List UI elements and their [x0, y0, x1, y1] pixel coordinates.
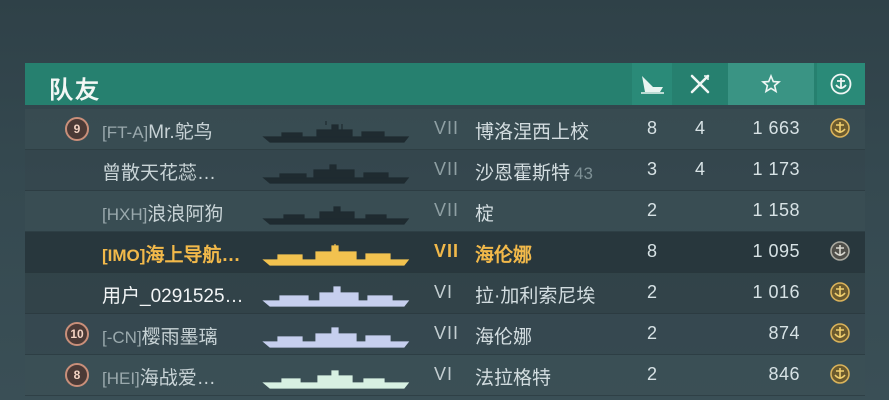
xp-value: 846 [768, 364, 800, 384]
kills-value: 2 [646, 323, 657, 343]
ship-tier: VII [434, 241, 460, 261]
ship-silhouette [262, 370, 410, 389]
sort-rank-button[interactable] [817, 63, 865, 105]
player-name: [HXH]浪浪阿狗 [102, 199, 223, 226]
star-icon [761, 74, 781, 94]
anchor-medal-icon [830, 323, 850, 343]
ship-tier: VII [434, 200, 460, 220]
ship-name: 椗 [475, 199, 494, 226]
anchor-medal-icon [830, 282, 850, 302]
player-row[interactable]: [HXH]浪浪阿狗 VII 椗 2 1 158 [25, 191, 865, 232]
ship-name: 海伦娜 [475, 240, 532, 267]
clan-tag: [IMO] [102, 246, 146, 265]
player-nickname: 海上导航… [145, 245, 241, 266]
sort-ships-button[interactable] [632, 63, 672, 105]
player-name: [IMO]海上导航… [102, 240, 240, 267]
teammates-panel: 队友 9 [FT-A]Mr.鸵鸟 VII 博洛涅西上校 8 4 1 663 曾散… [25, 63, 865, 400]
panel-header: 队友 [25, 63, 865, 105]
kills-value: 2 [646, 200, 657, 220]
player-nickname: 曾散天花蕊… [102, 163, 217, 184]
ship-tier: VII [434, 159, 460, 179]
player-name: 曾散天花蕊… [102, 158, 216, 185]
player-row-self[interactable]: [IMO]海上导航… VII 海伦娜 8 1 095 [25, 232, 865, 273]
ship-extra: 43 [574, 164, 593, 183]
player-level-badge: 8 [65, 363, 89, 387]
player-name: [FT-A]Mr.鸵鸟 [102, 117, 213, 144]
kills-value: 2 [646, 364, 657, 384]
clan-tag: [HXH] [102, 205, 148, 224]
player-row[interactable]: 用户_0291525… VI 拉·加利索尼埃 2 1 016 [25, 273, 865, 314]
xp-value: 1 016 [752, 282, 800, 302]
kills-value: 8 [646, 118, 657, 138]
sort-frags-button[interactable] [680, 63, 720, 105]
ship-tier: VII [434, 323, 460, 343]
frags-value: 4 [694, 118, 705, 138]
ship-name: 博洛涅西上校 [475, 117, 593, 144]
ship-silhouette [262, 286, 410, 307]
player-row[interactable]: 9 [FT-A]Mr.鸵鸟 VII 博洛涅西上校 8 4 1 663 [25, 109, 865, 150]
player-row[interactable]: 曾散天花蕊… VII 沙恩霍斯特 43 3 4 1 173 [25, 150, 865, 191]
frags-value: 4 [694, 159, 705, 179]
ship-name-text: 沙恩霍斯特 [475, 163, 571, 184]
ship-name-text: 椗 [475, 204, 495, 225]
clan-tag: [HEI] [102, 369, 140, 388]
ship-silhouette [262, 121, 410, 143]
ship-name: 拉·加利索尼埃 [475, 281, 595, 308]
anchor-medal-icon [830, 241, 850, 261]
player-nickname: Mr.鸵鸟 [148, 122, 213, 143]
player-nickname: 海战爱… [139, 368, 216, 389]
clan-tag: [-CN] [102, 328, 142, 347]
ship-silhouette [262, 206, 410, 225]
xp-value: 1 095 [752, 241, 800, 261]
player-nickname: 樱雨墨璃 [141, 327, 218, 348]
player-list: 9 [FT-A]Mr.鸵鸟 VII 博洛涅西上校 8 4 1 663 曾散天花蕊… [25, 109, 865, 396]
xp-value: 874 [768, 323, 800, 343]
ship-name-text: 海伦娜 [475, 327, 533, 348]
ship-name-text: 海伦娜 [475, 245, 533, 266]
player-nickname: 浪浪阿狗 [147, 204, 224, 225]
ship-tier: VI [434, 282, 454, 302]
player-row[interactable]: 8 [HEI]海战爱… VI 法拉格特 2 846 [25, 355, 865, 396]
panel-title: 队友 [49, 77, 101, 104]
ship-tier: VI [434, 364, 454, 384]
ship-silhouette [262, 244, 410, 266]
player-row[interactable]: 10 [-CN]樱雨墨璃 VII 海伦娜 2 874 [25, 314, 865, 355]
sort-xp-button[interactable] [728, 63, 814, 105]
xp-value: 1 158 [752, 200, 800, 220]
xp-value: 1 663 [752, 118, 800, 138]
ship-name: 沙恩霍斯特 43 [475, 158, 593, 185]
ship-name-text: 法拉格特 [475, 368, 552, 389]
player-name: 用户_0291525… [102, 281, 244, 308]
player-level-badge: 9 [65, 117, 89, 141]
clan-tag: [FT-A] [102, 123, 149, 142]
xp-value: 1 173 [752, 159, 800, 179]
player-name: [HEI]海战爱… [102, 363, 216, 390]
ship-icon [641, 76, 664, 94]
ship-silhouette [262, 327, 410, 348]
ship-name: 法拉格特 [475, 363, 551, 390]
crossed-swords-icon [690, 74, 710, 94]
kills-value: 8 [646, 241, 657, 261]
ship-name: 海伦娜 [475, 322, 532, 349]
player-nickname: 用户_0291525… [102, 286, 244, 307]
anchor-medal-icon [830, 118, 850, 138]
kills-value: 3 [646, 159, 657, 179]
anchor-medal-icon [830, 364, 850, 384]
kills-value: 2 [646, 282, 657, 302]
player-level-badge: 10 [65, 322, 89, 346]
ship-name-text: 拉·加利索尼埃 [475, 286, 596, 307]
anchor-emblem-icon [830, 73, 852, 95]
ship-silhouette [262, 164, 410, 184]
player-name: [-CN]樱雨墨璃 [102, 322, 218, 349]
ship-name-text: 博洛涅西上校 [475, 122, 590, 143]
ship-tier: VII [434, 118, 460, 138]
